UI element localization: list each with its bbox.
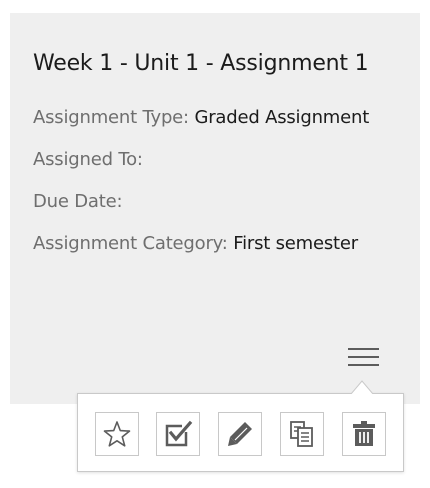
assignment-type-label: Assignment Type: [33, 107, 189, 128]
trash-icon [353, 421, 375, 446]
assignment-category-label: Assignment Category: [33, 233, 228, 254]
assignment-category-value: First semester [233, 233, 358, 254]
assigned-to-label: Assigned To: [33, 149, 143, 170]
checkbox-checked-icon [165, 420, 193, 447]
assigned-to-field: Assigned To: [33, 149, 143, 170]
assignment-card: Week 1 - Unit 1 - Assignment 1 Assignmen… [10, 13, 420, 404]
delete-button[interactable] [342, 412, 386, 456]
edit-button[interactable] [218, 412, 262, 456]
assignment-type-value: Graded Assignment [194, 107, 370, 128]
due-date-label: Due Date: [33, 191, 123, 212]
pencil-icon [228, 422, 252, 446]
favorite-button[interactable] [95, 412, 139, 456]
actions-popover [77, 393, 404, 472]
due-date-field: Due Date: [33, 191, 123, 212]
popover-caret [351, 380, 373, 394]
assignment-type-field: Assignment Type: Graded Assignment [33, 107, 391, 128]
star-icon [103, 421, 131, 447]
copy-icon [290, 421, 313, 447]
mark-complete-button[interactable] [156, 412, 200, 456]
assignment-title: Week 1 - Unit 1 - Assignment 1 [33, 51, 369, 76]
copy-button[interactable] [280, 412, 324, 456]
assignment-category-field: Assignment Category: First semester [33, 233, 358, 254]
hamburger-menu-icon[interactable] [346, 345, 380, 369]
